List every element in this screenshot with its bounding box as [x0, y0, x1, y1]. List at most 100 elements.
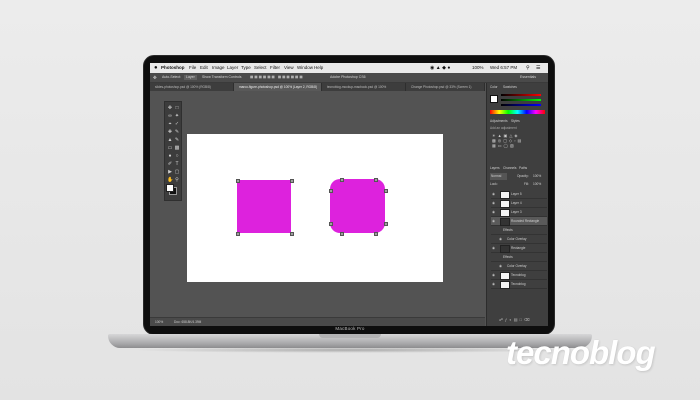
- search-icon[interactable]: ⚲: [526, 63, 530, 73]
- layer-effects-row[interactable]: Effects: [491, 226, 547, 235]
- pen-tool-icon[interactable]: ✐: [167, 161, 173, 167]
- path-anchor[interactable]: [340, 232, 344, 236]
- tab-adjustments[interactable]: Adjustments: [490, 118, 508, 125]
- path-anchor[interactable]: [329, 222, 333, 226]
- menu-app-name[interactable]: Photoshop: [161, 63, 185, 73]
- green-slider[interactable]: [501, 99, 541, 101]
- rectangle-shape[interactable]: [237, 180, 291, 233]
- eye-icon[interactable]: ◉: [492, 217, 495, 225]
- auto-select-dropdown[interactable]: Layer: [184, 75, 197, 80]
- layer-row[interactable]: ◉ Rectangle: [491, 244, 547, 253]
- align-icons[interactable]: ▦▦▦▦▦▦ ▦▦▦▦▦▦: [250, 73, 304, 82]
- menu-file[interactable]: File: [189, 63, 196, 73]
- layer-row[interactable]: ◉ Layer 5: [491, 190, 547, 199]
- layer-row[interactable]: ◉ Tecnoblog: [491, 280, 547, 289]
- eyedropper-icon[interactable]: ✓: [174, 121, 180, 127]
- menu-filter[interactable]: Filter: [270, 63, 280, 73]
- path-anchor[interactable]: [290, 179, 294, 183]
- type-tool-icon[interactable]: T: [174, 161, 180, 167]
- crop-tool-icon[interactable]: ⌖: [167, 121, 173, 127]
- marquee-tool-icon[interactable]: □: [174, 105, 180, 111]
- dodge-tool-icon[interactable]: ○: [174, 153, 180, 159]
- path-select-icon[interactable]: ▶: [167, 169, 173, 175]
- menu-edit[interactable]: Edit: [200, 63, 208, 73]
- workspace-switcher[interactable]: Essentials: [520, 73, 536, 82]
- show-transform-checkbox[interactable]: Show Transform Controls: [202, 73, 242, 82]
- layer-row[interactable]: ◉ Layer 4: [491, 199, 547, 208]
- opacity-value[interactable]: 100%: [533, 173, 541, 180]
- layer-effect-row[interactable]: ◉ Color Overlay: [491, 262, 547, 271]
- zoom-tool-icon[interactable]: ⚲: [174, 177, 180, 183]
- brush-tool-icon[interactable]: ✎: [174, 129, 180, 135]
- menu-type[interactable]: Type: [241, 63, 251, 73]
- auto-select-label[interactable]: Auto-Select:: [162, 73, 181, 82]
- menu-window[interactable]: Window: [297, 63, 313, 73]
- shape-tool-icon[interactable]: ▢: [174, 169, 180, 175]
- layer-actions-icons[interactable]: ☍ƒ◐▤□⌫: [499, 317, 532, 322]
- layer-row[interactable]: ◉ Layer 3: [491, 208, 547, 217]
- blend-mode-dropdown[interactable]: Normal: [490, 173, 508, 180]
- eye-icon[interactable]: ◉: [492, 199, 495, 207]
- move-tool-icon[interactable]: ✥: [153, 73, 157, 82]
- gradient-icon[interactable]: ▩: [174, 145, 180, 151]
- move-tool-icon[interactable]: ✥: [167, 105, 173, 111]
- doc-tab[interactable]: tecnoblog-mockup-macbook.psd @ 100%: [322, 83, 406, 91]
- rounded-rectangle-shape[interactable]: [330, 179, 385, 233]
- path-anchor[interactable]: [374, 232, 378, 236]
- status-icons[interactable]: ◉ ▲ ◆ ●: [430, 63, 450, 73]
- eye-icon[interactable]: ◉: [492, 280, 495, 288]
- path-anchor[interactable]: [329, 189, 333, 193]
- zoom-level[interactable]: 100%: [155, 318, 163, 326]
- hand-tool-icon[interactable]: ✋: [167, 177, 173, 183]
- apple-icon[interactable]: ●: [154, 63, 158, 73]
- tab-color[interactable]: Color: [490, 84, 498, 91]
- foreground-color-swatch[interactable]: [166, 184, 174, 192]
- eraser-icon[interactable]: ▭: [167, 145, 173, 151]
- history-brush-icon[interactable]: ✎: [174, 137, 180, 143]
- fill-value[interactable]: 100%: [533, 181, 541, 188]
- adjustment-icons[interactable]: ☀▲▣△◈ ▩◎▢◇▫▤ ▦▭◯▧: [492, 133, 523, 148]
- path-anchor[interactable]: [290, 232, 294, 236]
- document-canvas[interactable]: [187, 134, 443, 282]
- layer-effects-row[interactable]: Effects: [491, 253, 547, 262]
- lasso-tool-icon[interactable]: ∞: [167, 113, 173, 119]
- battery-level[interactable]: 100%: [472, 63, 484, 73]
- list-icon[interactable]: ☰: [536, 63, 540, 73]
- blur-tool-icon[interactable]: ●: [167, 153, 173, 159]
- tab-layers[interactable]: Layers: [490, 165, 500, 172]
- menu-help[interactable]: Help: [314, 63, 323, 73]
- eye-icon[interactable]: ◉: [499, 235, 502, 243]
- eye-icon[interactable]: ◉: [499, 262, 502, 270]
- eye-icon[interactable]: ◉: [492, 271, 495, 279]
- tab-styles[interactable]: Styles: [511, 118, 520, 125]
- healing-brush-icon[interactable]: ✚: [167, 129, 173, 135]
- doc-info[interactable]: Doc: 658.8K/4.39M: [174, 318, 201, 326]
- menu-select[interactable]: Select: [254, 63, 267, 73]
- menu-layer[interactable]: Layer: [227, 63, 238, 73]
- doc-tab[interactable]: Change Photoshop.psd @ 33% (Screen 1): [406, 83, 485, 91]
- eye-icon[interactable]: ◉: [492, 208, 495, 216]
- doc-tab[interactable]: slides-photoshop.psd @ 100% (RGB/8): [150, 83, 234, 91]
- blue-slider[interactable]: [501, 104, 541, 106]
- path-anchor[interactable]: [236, 232, 240, 236]
- clone-stamp-icon[interactable]: ▲: [167, 137, 173, 143]
- path-anchor[interactable]: [340, 178, 344, 182]
- tab-swatches[interactable]: Swatches: [503, 84, 517, 91]
- path-anchor[interactable]: [374, 178, 378, 182]
- color-spectrum[interactable]: [490, 110, 545, 114]
- menu-view[interactable]: View: [284, 63, 294, 73]
- layer-row-selected[interactable]: ◉ Rounded Rectangle: [491, 217, 547, 226]
- tab-channels[interactable]: Channels: [503, 165, 516, 172]
- tab-paths[interactable]: Paths: [519, 165, 527, 172]
- layer-row[interactable]: ◉ Tecnoblog: [491, 271, 547, 280]
- magic-wand-icon[interactable]: ✦: [174, 113, 180, 119]
- path-anchor[interactable]: [384, 222, 388, 226]
- eye-icon[interactable]: ◉: [492, 190, 495, 198]
- menubar-clock[interactable]: Wed 6:57 PM: [490, 63, 517, 73]
- menu-image[interactable]: Image: [212, 63, 225, 73]
- eye-icon[interactable]: ◉: [492, 244, 495, 252]
- layer-effect-row[interactable]: ◉ Color Overlay: [491, 235, 547, 244]
- panel-fg-swatch[interactable]: [490, 95, 498, 103]
- red-slider[interactable]: [501, 94, 541, 96]
- path-anchor[interactable]: [384, 189, 388, 193]
